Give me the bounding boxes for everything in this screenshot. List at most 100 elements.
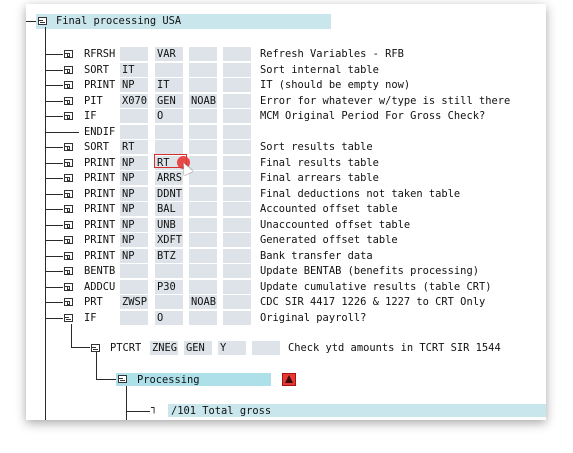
param-value[interactable]: ZWSP <box>122 295 147 309</box>
param-cell[interactable] <box>120 311 148 325</box>
param-cell[interactable] <box>155 125 183 139</box>
folder-closed-icon[interactable] <box>64 298 73 306</box>
param-cell[interactable] <box>223 125 251 139</box>
param-cell[interactable] <box>223 264 251 278</box>
param-value[interactable]: P30 <box>157 280 176 294</box>
folder-open-icon[interactable] <box>38 17 47 25</box>
operation-label[interactable]: PRINT <box>84 218 115 232</box>
folder-closed-icon[interactable] <box>64 112 73 120</box>
operation-label[interactable]: IF <box>84 109 97 123</box>
param-value[interactable]: X070 <box>122 94 147 108</box>
param-cell[interactable] <box>120 47 148 61</box>
operation-label[interactable]: PIT <box>84 94 103 108</box>
param-cell[interactable] <box>223 202 251 216</box>
param-cell[interactable] <box>189 218 217 232</box>
param-value[interactable]: XDFT <box>157 233 182 247</box>
param-cell[interactable] <box>189 171 217 185</box>
param-value[interactable]: IT <box>157 78 170 92</box>
folder-open-icon[interactable] <box>118 375 127 383</box>
param-cell[interactable] <box>223 280 251 294</box>
operation-label[interactable]: PRINT <box>84 156 115 170</box>
param-value[interactable]: NP <box>122 218 135 232</box>
param-cell[interactable] <box>189 63 217 77</box>
param-value[interactable]: NP <box>122 171 135 185</box>
param-cell[interactable] <box>189 280 217 294</box>
param-cell[interactable] <box>189 249 217 263</box>
folder-closed-icon[interactable] <box>64 267 73 275</box>
param-cell[interactable] <box>223 311 251 325</box>
param-cell[interactable] <box>189 264 217 278</box>
param-value[interactable]: NP <box>122 249 135 263</box>
param-value[interactable]: VAR <box>157 47 176 61</box>
param-cell[interactable] <box>120 109 148 123</box>
operation-label[interactable]: SORT <box>84 63 109 77</box>
param-cell[interactable] <box>189 156 217 170</box>
param-value[interactable]: O <box>157 311 163 325</box>
operation-label[interactable]: PTCRT <box>110 341 141 355</box>
param-cell[interactable] <box>223 233 251 247</box>
param-value[interactable]: UNB <box>157 218 176 232</box>
operation-label[interactable]: ENDIF <box>84 125 115 139</box>
param-cell[interactable] <box>223 47 251 61</box>
param-value[interactable]: RT <box>122 140 135 154</box>
operation-label[interactable]: IF <box>84 311 97 325</box>
param-cell[interactable] <box>223 218 251 232</box>
param-cell[interactable] <box>189 311 217 325</box>
folder-closed-icon[interactable] <box>64 159 73 167</box>
param-cell[interactable] <box>155 295 183 309</box>
param-value[interactable]: NP <box>122 202 135 216</box>
param-cell[interactable] <box>223 249 251 263</box>
operation-label[interactable]: RFRSH <box>84 47 115 61</box>
operation-label[interactable]: PRINT <box>84 171 115 185</box>
param-value[interactable]: NP <box>122 187 135 201</box>
folder-closed-icon[interactable] <box>64 81 73 89</box>
operation-label[interactable]: PRINT <box>84 202 115 216</box>
folder-closed-icon[interactable] <box>64 97 73 105</box>
param-cell[interactable] <box>223 187 251 201</box>
param-value[interactable]: NP <box>122 78 135 92</box>
param-cell[interactable] <box>189 78 217 92</box>
param-value[interactable]: O <box>157 109 163 123</box>
folder-open-icon[interactable] <box>91 344 100 352</box>
param-value[interactable]: GEN <box>186 341 205 355</box>
param-cell[interactable] <box>189 140 217 154</box>
folder-closed-icon[interactable] <box>64 50 73 58</box>
param-cell[interactable] <box>189 233 217 247</box>
param-value[interactable]: DDNT <box>157 187 182 201</box>
operation-label[interactable]: PRT <box>84 295 103 309</box>
param-value[interactable]: ARRS <box>157 171 182 185</box>
folder-closed-icon[interactable] <box>64 205 73 213</box>
param-value[interactable]: BTZ <box>157 249 176 263</box>
param-value[interactable]: GEN <box>157 94 176 108</box>
folder-closed-icon[interactable] <box>64 252 73 260</box>
folder-closed-icon[interactable] <box>64 66 73 74</box>
param-value[interactable]: NOAB <box>191 295 216 309</box>
folder-closed-icon[interactable] <box>64 143 73 151</box>
operation-label[interactable]: PRINT <box>84 233 115 247</box>
param-value[interactable]: ZNEG <box>152 341 177 355</box>
folder-closed-icon[interactable] <box>64 190 73 198</box>
param-cell[interactable] <box>223 140 251 154</box>
folder-open-icon[interactable] <box>64 314 73 322</box>
param-value[interactable]: Y <box>220 341 226 355</box>
param-cell[interactable] <box>120 264 148 278</box>
param-cell[interactable] <box>189 47 217 61</box>
operation-label[interactable]: BENTB <box>84 264 115 278</box>
param-cell[interactable] <box>120 125 148 139</box>
param-cell[interactable] <box>223 171 251 185</box>
folder-closed-icon[interactable] <box>64 174 73 182</box>
param-value[interactable]: BAL <box>157 202 176 216</box>
folder-closed-icon[interactable] <box>64 283 73 291</box>
param-value[interactable]: NP <box>122 233 135 247</box>
warning-icon[interactable] <box>282 373 296 386</box>
folder-closed-icon[interactable] <box>64 236 73 244</box>
param-cell[interactable] <box>252 341 280 355</box>
param-cell[interactable] <box>155 264 183 278</box>
param-value[interactable]: NP <box>122 156 135 170</box>
operation-label[interactable]: PRINT <box>84 249 115 263</box>
param-cell[interactable] <box>223 156 251 170</box>
param-value[interactable]: IT <box>122 63 135 77</box>
param-cell[interactable] <box>223 295 251 309</box>
param-cell[interactable] <box>189 125 217 139</box>
param-cell[interactable] <box>189 202 217 216</box>
